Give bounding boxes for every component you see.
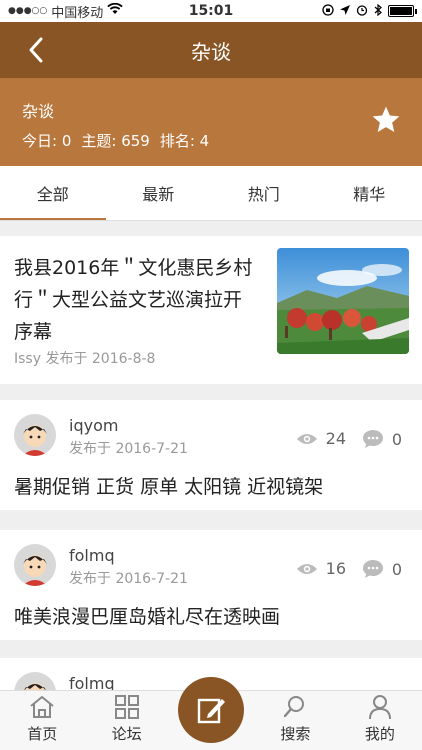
status-bar: ●●●○○ 中国移动 15:01 [0,0,422,22]
post-title: 暑期促销 正货 原单 太阳镜 近视镜架 [14,476,324,498]
tab-search[interactable]: 搜索 [253,691,337,750]
rotation-lock-icon [322,3,334,19]
grid-icon [114,695,139,719]
stat-topics: 主题: 659 [81,132,150,150]
forum-header: 杂谈 今日: 0 主题: 659 排名: 4 [0,78,422,166]
chevron-left-icon [29,37,43,63]
list-item[interactable]: iqyom 发布于 2016-7-21 24 0 暑期促销 正货 原单 太阳镜 … [0,400,422,510]
featured-post-thumbnail [277,248,409,354]
post-title: 唯美浪漫巴厘岛婚礼尽在透映画 [14,606,281,628]
divider [0,220,422,221]
reply-count-value: 0 [391,429,402,449]
tab-essence[interactable]: 精华 [317,166,422,220]
tab-mine[interactable]: 我的 [338,691,422,750]
tab-all[interactable]: 全部 [0,166,106,220]
list-item[interactable]: folmq 发布于 2016-7-21 16 0 唯美浪漫巴厘岛婚礼尽在透映画 [0,530,422,640]
tab-bar: 全部 最新 热门 精华 [0,166,422,220]
bottom-tab-bar: 首页 论坛 搜索 我的 [0,677,422,750]
post-date: 发布于 2016-7-21 [69,441,188,457]
stat-today: 今日: 0 [22,132,72,150]
compose-slot [169,677,253,750]
signal-indicator: ●●●○○ [8,6,48,16]
post-author[interactable]: folmq [69,546,115,565]
post-date: 发布于 2016-7-21 [69,571,188,587]
featured-post-title: 我县2016年＂文化惠民乡村行＂大型公益文艺巡演拉开序幕 [14,257,253,343]
comment-icon [362,430,383,448]
star-icon [372,106,400,132]
edit-icon [197,698,226,724]
stat-rank: 排名: 4 [159,132,210,150]
reply-count: 0 [362,559,402,579]
tab-latest[interactable]: 最新 [106,166,212,220]
eye-icon [296,433,317,444]
tab-home[interactable]: 首页 [0,691,84,750]
tab-hot[interactable]: 热门 [211,166,317,220]
forum-stats: 今日: 0 主题: 659 排名: 4 [22,130,209,151]
featured-post[interactable]: 我县2016年＂文化惠民乡村行＂大型公益文艺巡演拉开序幕 Issy 发布于 20… [0,236,422,384]
comment-icon [362,560,383,578]
avatar[interactable] [14,544,56,586]
eye-icon [296,563,317,574]
view-count-value: 24 [325,429,346,448]
bluetooth-icon [374,3,382,19]
search-icon [284,696,305,718]
view-count: 16 [296,559,346,578]
user-icon [368,695,391,720]
tab-home-label: 首页 [27,725,58,743]
avatar[interactable] [14,414,56,456]
view-count: 24 [296,429,346,448]
post-author[interactable]: iqyom [69,416,118,435]
featured-post-meta: Issy 发布于 2016-8-8 [14,351,156,367]
carrier-label: 中国移动 [51,5,104,21]
tab-search-label: 搜索 [280,725,311,743]
favorite-button[interactable] [370,104,402,136]
page-title: 杂谈 [191,39,231,64]
tab-forum-label: 论坛 [111,725,142,743]
reply-count-value: 0 [391,559,402,579]
forum-name: 杂谈 [22,102,55,121]
battery-icon [388,5,417,17]
nav-bar: 杂谈 [0,22,422,78]
view-count-value: 16 [325,559,346,578]
compose-button[interactable] [178,677,245,743]
home-icon [30,696,54,718]
back-button[interactable] [18,30,54,70]
tab-mine-label: 我的 [364,725,395,743]
alarm-icon [356,4,368,19]
reply-count: 0 [362,429,402,449]
tab-forum[interactable]: 论坛 [84,691,168,750]
location-icon [340,4,350,18]
wifi-icon [107,2,123,19]
